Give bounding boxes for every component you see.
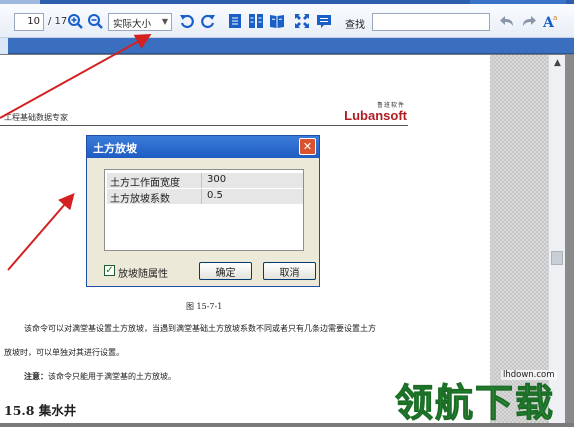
watermark-url: lhdown.com [501,370,557,380]
annotation-arrows [0,34,152,271]
annotation-arrow [7,192,75,271]
watermark-text: 领航下载 [394,381,556,426]
annotation-arrow [0,34,152,119]
site-watermark: 领航下载 lhdown.com [394,368,574,426]
